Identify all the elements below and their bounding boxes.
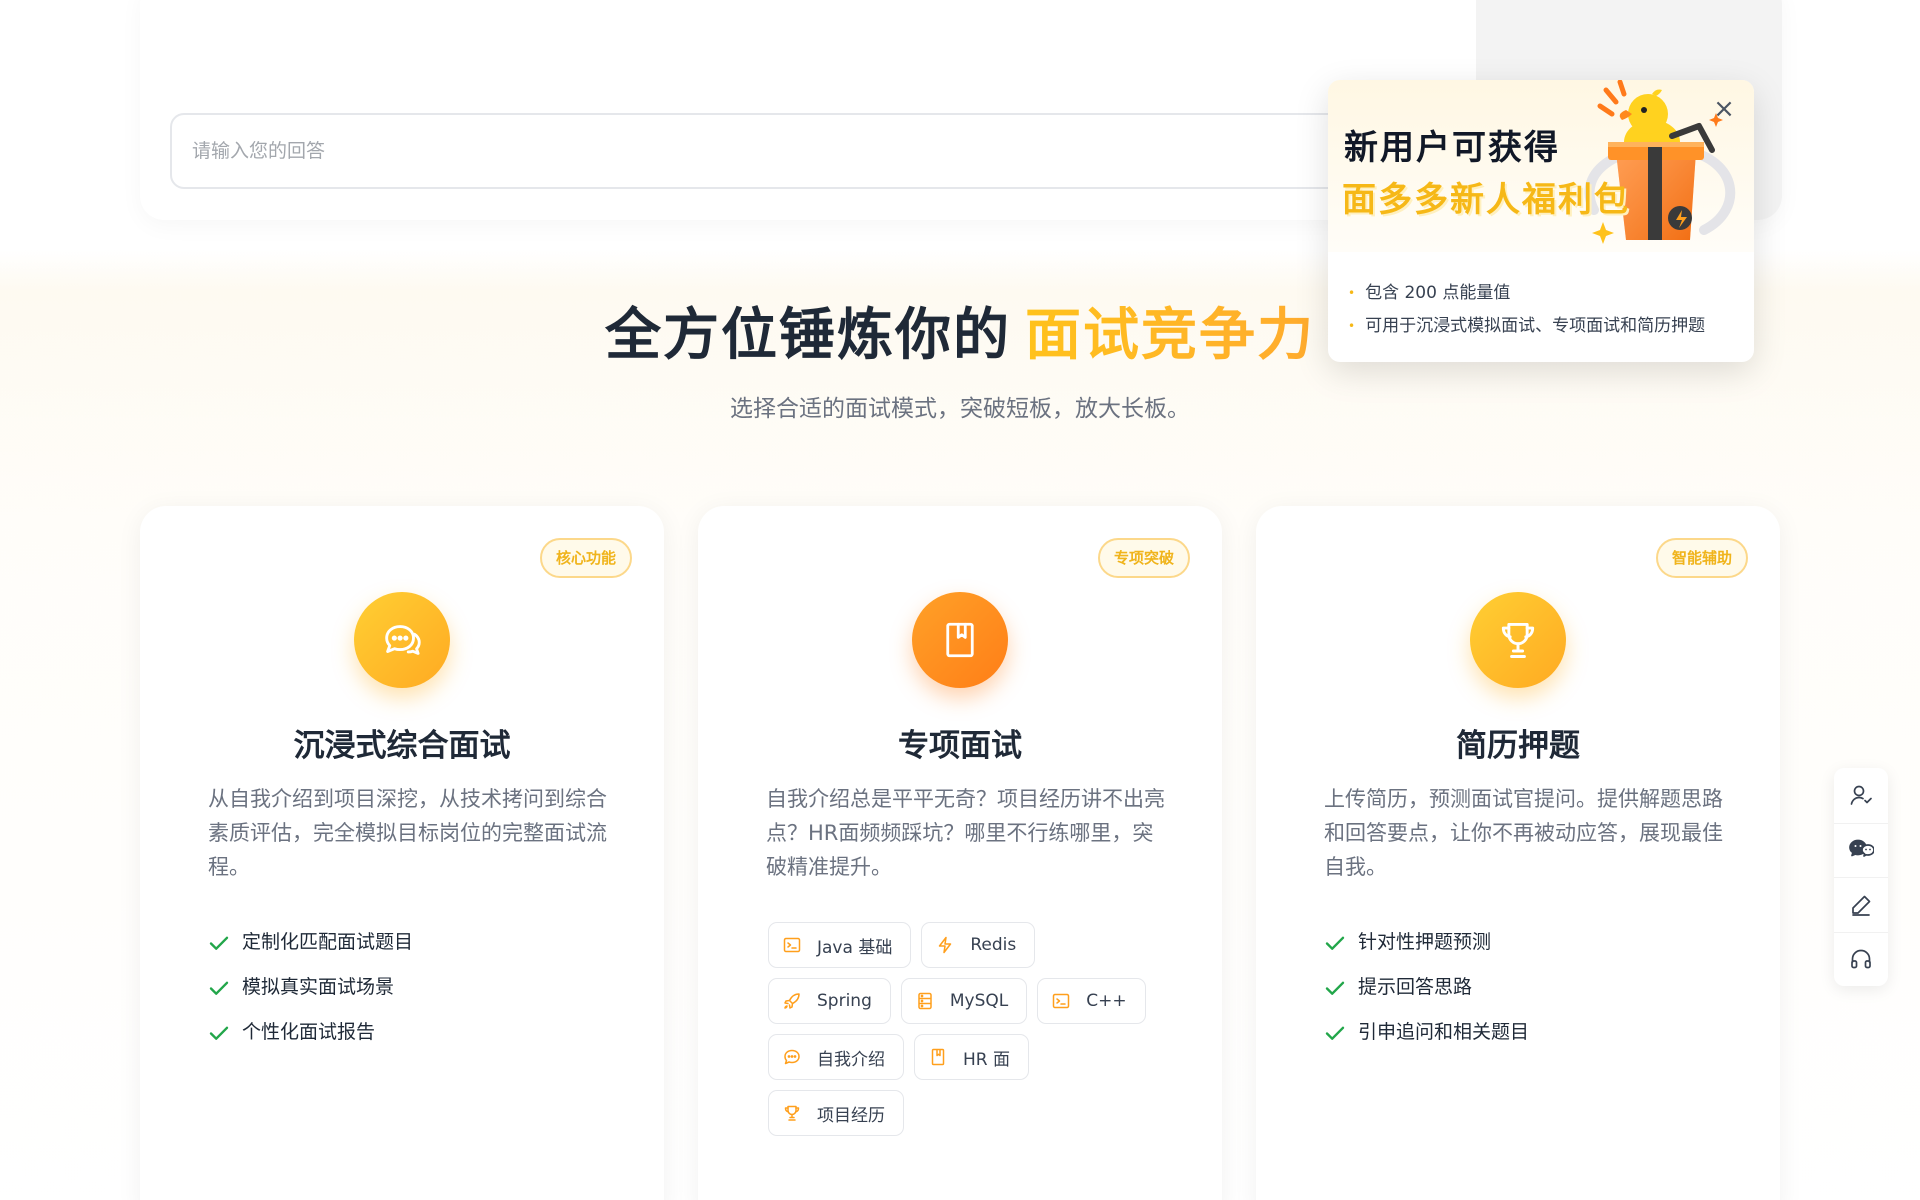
chat-icon bbox=[783, 1048, 801, 1066]
wechat-icon[interactable] bbox=[1834, 822, 1888, 878]
feature-label: 个性化面试报告 bbox=[242, 1021, 376, 1043]
feature-label: 引申追问和相关题目 bbox=[1358, 1021, 1530, 1043]
topic-tag-java[interactable]: Java 基础 bbox=[768, 922, 912, 968]
feature-item: 个性化面试报告 bbox=[208, 1010, 413, 1055]
tag-label: Java 基础 bbox=[817, 937, 893, 958]
topic-tag-cpp[interactable]: C++ bbox=[1037, 978, 1146, 1024]
card-title: 沉浸式综合面试 bbox=[293, 728, 511, 764]
rocket-icon bbox=[783, 992, 801, 1010]
topic-tag-hr[interactable]: HR 面 bbox=[914, 1034, 1029, 1080]
user-add-icon[interactable] bbox=[1834, 768, 1888, 823]
new-user-popup[interactable]: 新用户可获得 面多多新人福利包 × • 包含 200 点能量值 • 可用于沉浸式模拟… bbox=[1328, 80, 1754, 362]
topic-tag-self-intro[interactable]: 自我介绍 bbox=[768, 1034, 904, 1080]
card-description: 自我介绍总是平平无奇？项目经历讲不出亮点？HR面频频踩坑？哪里不行练哪里，突破精… bbox=[766, 787, 1165, 879]
card-description: 从自我介绍到项目深挖，从技术拷问到综合素质评估，完全模拟目标岗位的完整面试流程。 bbox=[208, 787, 607, 879]
bookmark-icon bbox=[929, 1048, 947, 1066]
tag-label: HR 面 bbox=[963, 1049, 1010, 1070]
tag-label: MySQL bbox=[949, 991, 1009, 1011]
tag-label: Spring bbox=[817, 991, 872, 1011]
benefit-text: 可用于沉浸式模拟面试、专项面试和简历押题 bbox=[1365, 316, 1706, 336]
tag-label: 自我介绍 bbox=[817, 1049, 885, 1070]
topic-tag-spring[interactable]: Spring bbox=[768, 978, 891, 1024]
feature-item: 定制化匹配面试题目 bbox=[208, 920, 413, 965]
feature-card-immersive[interactable]: 核心功能 沉浸式综合面试 从自我介绍到项目深挖，从技术拷问到综合素质评估，完全模… bbox=[140, 506, 664, 1200]
check-icon bbox=[1324, 932, 1346, 954]
trophy-icon bbox=[783, 1104, 801, 1122]
topic-tag-redis[interactable]: Redis bbox=[921, 922, 1036, 968]
feature-item: 模拟真实面试场景 bbox=[208, 965, 413, 1010]
card-badge: 核心功能 bbox=[539, 538, 632, 578]
trophy-icon bbox=[1470, 592, 1566, 688]
feature-item: 引申追问和相关题目 bbox=[1324, 1010, 1529, 1055]
bookmark-book-icon bbox=[912, 592, 1008, 688]
tag-label: 项目经历 bbox=[817, 1105, 885, 1126]
card-title: 专项面试 bbox=[898, 728, 1022, 764]
close-icon[interactable]: × bbox=[1712, 96, 1736, 122]
feature-card-special[interactable]: 专项突破 专项面试 自我介绍总是平平无奇？项目经历讲不出亮点？HR面频频踩坑？哪… bbox=[698, 506, 1222, 1200]
bullet-dot-icon: • bbox=[1348, 319, 1356, 333]
tag-label: C++ bbox=[1086, 991, 1127, 1011]
section-title-main: 全方位锤炼你的 bbox=[605, 303, 1011, 368]
benefit-text: 包含 200 点能量值 bbox=[1365, 283, 1511, 303]
topic-tag-mysql[interactable]: MySQL bbox=[900, 978, 1028, 1024]
feature-item: 提示回答思路 bbox=[1324, 965, 1529, 1010]
headset-icon[interactable] bbox=[1834, 931, 1888, 987]
feature-list: 针对性押题预测 提示回答思路 引申追问和相关题目 bbox=[1324, 920, 1529, 1055]
database-icon bbox=[916, 992, 934, 1010]
check-icon bbox=[208, 932, 230, 954]
topic-tag-project[interactable]: 项目经历 bbox=[768, 1090, 904, 1136]
floating-toolbar bbox=[1834, 768, 1888, 986]
card-title: 简历押题 bbox=[1456, 728, 1580, 764]
check-icon bbox=[1324, 1022, 1346, 1044]
chat-bubbles-icon bbox=[354, 592, 450, 688]
check-icon bbox=[208, 1022, 230, 1044]
check-icon bbox=[208, 977, 230, 999]
feature-label: 定制化匹配面试题目 bbox=[242, 931, 414, 953]
popup-benefit-list: • 包含 200 点能量值 • 可用于沉浸式模拟面试、专项面试和简历押题 bbox=[1348, 278, 1705, 344]
tag-label: Redis bbox=[970, 935, 1017, 955]
section-title-highlight: 面试竞争力 bbox=[1025, 303, 1315, 368]
popup-benefit-item: • 可用于沉浸式模拟面试、专项面试和简历押题 bbox=[1348, 311, 1705, 344]
feature-item: 针对性押题预测 bbox=[1324, 920, 1529, 965]
section-subtitle: 选择合适的面试模式，突破短板，放大长板。 bbox=[730, 396, 1190, 422]
topic-tag-list: Java 基础 Redis Spring MySQL C++ 自我介绍 HR 面 bbox=[768, 922, 1168, 1136]
bullet-dot-icon: • bbox=[1348, 286, 1356, 300]
lightning-icon bbox=[936, 936, 954, 954]
feature-label: 提示回答思路 bbox=[1358, 976, 1473, 998]
edit-icon[interactable] bbox=[1834, 877, 1888, 932]
card-badge: 专项突破 bbox=[1097, 538, 1190, 578]
feature-card-resume[interactable]: 智能辅助 简历押题 上传简历，预测面试官提问。提供解题思路和回答要点，让你不再被… bbox=[1256, 506, 1780, 1200]
card-description: 上传简历，预测面试官提问。提供解题思路和回答要点，让你不再被动应答，展现最佳自我… bbox=[1324, 787, 1723, 879]
terminal-icon bbox=[783, 936, 801, 954]
terminal-icon bbox=[1052, 992, 1070, 1010]
answer-input[interactable] bbox=[170, 113, 1410, 189]
popup-benefit-item: • 包含 200 点能量值 bbox=[1348, 278, 1705, 311]
feature-label: 模拟真实面试场景 bbox=[242, 976, 395, 998]
popup-title: 新用户可获得 bbox=[1344, 128, 1560, 168]
popup-title-highlight: 面多多新人福利包 bbox=[1342, 180, 1630, 220]
feature-label: 针对性押题预测 bbox=[1358, 931, 1492, 953]
card-badge: 智能辅助 bbox=[1655, 538, 1748, 578]
feature-list: 定制化匹配面试题目 模拟真实面试场景 个性化面试报告 bbox=[208, 920, 413, 1055]
check-icon bbox=[1324, 977, 1346, 999]
